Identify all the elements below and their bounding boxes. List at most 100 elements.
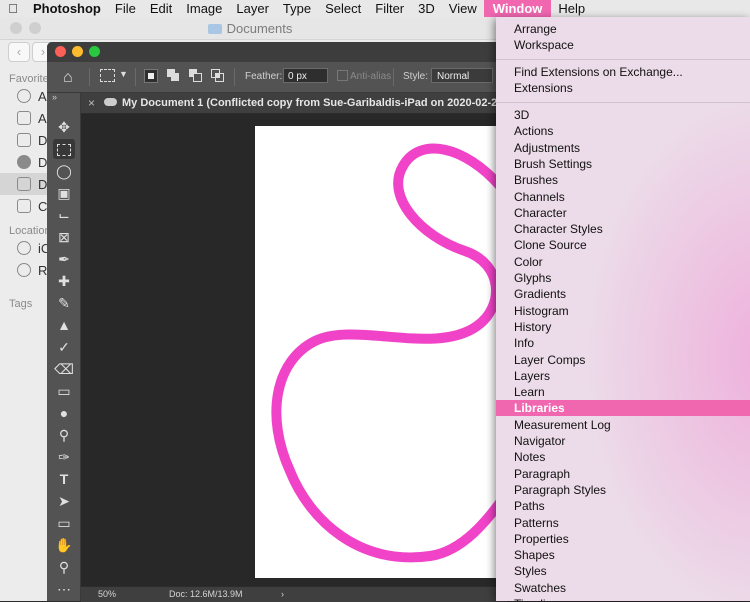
feather-input[interactable]: 0 px — [283, 68, 328, 83]
menu-image[interactable]: Image — [179, 0, 229, 17]
eraser-tool-icon[interactable]: ⌫ — [53, 359, 75, 379]
menu-item-properties[interactable]: Properties — [496, 531, 750, 547]
menu-item-layer-comps[interactable]: Layer Comps — [496, 352, 750, 368]
disc-icon — [17, 263, 31, 277]
object-selection-tool-icon[interactable]: ▣ — [53, 183, 75, 203]
chevron-down-icon[interactable]: ▼ — [119, 69, 128, 79]
menu-item-extensions[interactable]: Extensions — [496, 80, 750, 96]
menu-item-brush-settings[interactable]: Brush Settings — [496, 156, 750, 172]
back-button[interactable]: ‹ — [8, 42, 30, 62]
menu-item-brushes[interactable]: Brushes — [496, 172, 750, 188]
canvas-area[interactable] — [81, 114, 507, 586]
menu-item-paths[interactable]: Paths — [496, 498, 750, 514]
menu-item-notes[interactable]: Notes — [496, 449, 750, 465]
menu-app-name[interactable]: Photoshop — [26, 0, 108, 17]
zoom-tool-icon[interactable]: ⚲ — [53, 557, 75, 577]
menu-item-navigator[interactable]: Navigator — [496, 433, 750, 449]
healing-brush-tool-icon[interactable]: ✚ — [53, 271, 75, 291]
sidebar-item-remote-disc[interactable]: Re — [0, 259, 55, 281]
menu-window[interactable]: Window — [483, 0, 552, 17]
anti-alias-checkbox[interactable] — [337, 70, 348, 81]
menu-help[interactable]: Help — [551, 0, 592, 17]
menu-filter[interactable]: Filter — [368, 0, 411, 17]
dodge-tool-icon[interactable]: ⚲ — [53, 425, 75, 445]
frame-tool-icon[interactable]: ⊠ — [53, 227, 75, 247]
sidebar-item-airdrop[interactable]: Ai — [0, 85, 50, 107]
menu-item-measurement-log[interactable]: Measurement Log — [496, 417, 750, 433]
style-select[interactable]: Normal — [431, 68, 493, 83]
close-tab-icon[interactable]: × — [88, 96, 95, 110]
sidebar-item-applications[interactable]: Ap — [0, 107, 54, 129]
menu-item-shapes[interactable]: Shapes — [496, 547, 750, 563]
add-to-selection-icon[interactable] — [167, 69, 179, 81]
document-canvas[interactable] — [255, 126, 507, 578]
menu-item-swatches[interactable]: Swatches — [496, 580, 750, 596]
menu-item-glyphs[interactable]: Glyphs — [496, 270, 750, 286]
menu-item-paragraph-styles[interactable]: Paragraph Styles — [496, 482, 750, 498]
brush-tool-icon[interactable]: ✎ — [53, 293, 75, 313]
menu-item-patterns[interactable]: Patterns — [496, 515, 750, 531]
minimize-button[interactable] — [72, 46, 83, 57]
eyedropper-tool-icon[interactable]: ✒ — [53, 249, 75, 269]
menu-item-3d[interactable]: 3D — [496, 107, 750, 123]
zoom-button[interactable] — [89, 46, 100, 57]
rectangular-marquee-icon[interactable] — [100, 69, 115, 82]
type-tool-icon[interactable]: T — [53, 469, 75, 489]
gradient-tool-icon[interactable]: ▭ — [53, 381, 75, 401]
menu-select[interactable]: Select — [318, 0, 368, 17]
subtract-from-selection-icon[interactable] — [189, 69, 202, 82]
pen-tool-icon[interactable]: ✑ — [53, 447, 75, 467]
marquee-tool-icon[interactable] — [53, 139, 75, 159]
history-brush-tool-icon[interactable]: ✓ — [53, 337, 75, 357]
menu-item-gradients[interactable]: Gradients — [496, 286, 750, 302]
close-button[interactable] — [55, 46, 66, 57]
intersect-selection-icon[interactable] — [211, 69, 224, 82]
sidebar-item-desktop[interactable]: De — [0, 129, 55, 151]
menu-type[interactable]: Type — [276, 0, 318, 17]
status-arrow-icon[interactable]: › — [281, 589, 284, 599]
menu-layer[interactable]: Layer — [229, 0, 276, 17]
apple-icon[interactable]:  — [0, 1, 26, 16]
sidebar-item-downloads[interactable]: Do — [0, 151, 55, 173]
sidebar-item-documents[interactable]: Do — [0, 173, 55, 195]
path-selection-tool-icon[interactable]: ➤ — [53, 491, 75, 511]
new-selection-icon[interactable] — [144, 69, 158, 83]
lasso-tool-icon[interactable]: ◯ — [53, 161, 75, 181]
sidebar-item-icloud[interactable]: iC — [0, 237, 50, 259]
collapse-panel-icon[interactable]: » — [52, 92, 57, 102]
menu-item-paragraph[interactable]: Paragraph — [496, 466, 750, 482]
menu-item-actions[interactable]: Actions — [496, 123, 750, 139]
rectangle-tool-icon[interactable]: ▭ — [53, 513, 75, 533]
menu-item-timeline[interactable]: Timeline — [496, 596, 750, 601]
menu-item-history[interactable]: History — [496, 319, 750, 335]
menu-item-adjustments[interactable]: Adjustments — [496, 140, 750, 156]
menu-item-character-styles[interactable]: Character Styles — [496, 221, 750, 237]
menu-view[interactable]: View — [442, 0, 484, 17]
menu-3d[interactable]: 3D — [411, 0, 442, 17]
menu-item-clone-source[interactable]: Clone Source — [496, 237, 750, 253]
menu-item-layers[interactable]: Layers — [496, 368, 750, 384]
menu-item-character[interactable]: Character — [496, 205, 750, 221]
menu-item-learn[interactable]: Learn — [496, 384, 750, 400]
zoom-level[interactable]: 50% — [98, 589, 116, 599]
hand-tool-icon[interactable]: ✋ — [53, 535, 75, 555]
menu-item-find-extensions[interactable]: Find Extensions on Exchange... — [496, 64, 750, 80]
menu-item-libraries[interactable]: Libraries — [496, 400, 750, 417]
menu-item-workspace[interactable]: Workspace — [496, 37, 750, 53]
menu-item-styles[interactable]: Styles — [496, 563, 750, 579]
blur-tool-icon[interactable]: ● — [53, 403, 75, 423]
menu-edit[interactable]: Edit — [143, 0, 179, 17]
more-tools-icon[interactable]: ⋯ — [53, 579, 75, 599]
sidebar-item-creative-cloud[interactable]: Cr — [0, 195, 52, 217]
menu-item-color[interactable]: Color — [496, 254, 750, 270]
menu-file[interactable]: File — [108, 0, 143, 17]
menu-item-channels[interactable]: Channels — [496, 189, 750, 205]
move-tool-icon[interactable]: ✥ — [53, 117, 75, 137]
document-tab[interactable]: × My Document 1 (Conflicted copy from Su… — [81, 93, 507, 114]
clone-stamp-tool-icon[interactable]: ▲ — [53, 315, 75, 335]
menu-item-info[interactable]: Info — [496, 335, 750, 351]
crop-tool-icon[interactable]: ⌙ — [53, 205, 75, 225]
home-icon[interactable]: ⌂ — [63, 69, 73, 87]
menu-item-histogram[interactable]: Histogram — [496, 303, 750, 319]
menu-item-arrange[interactable]: Arrange — [496, 21, 750, 37]
